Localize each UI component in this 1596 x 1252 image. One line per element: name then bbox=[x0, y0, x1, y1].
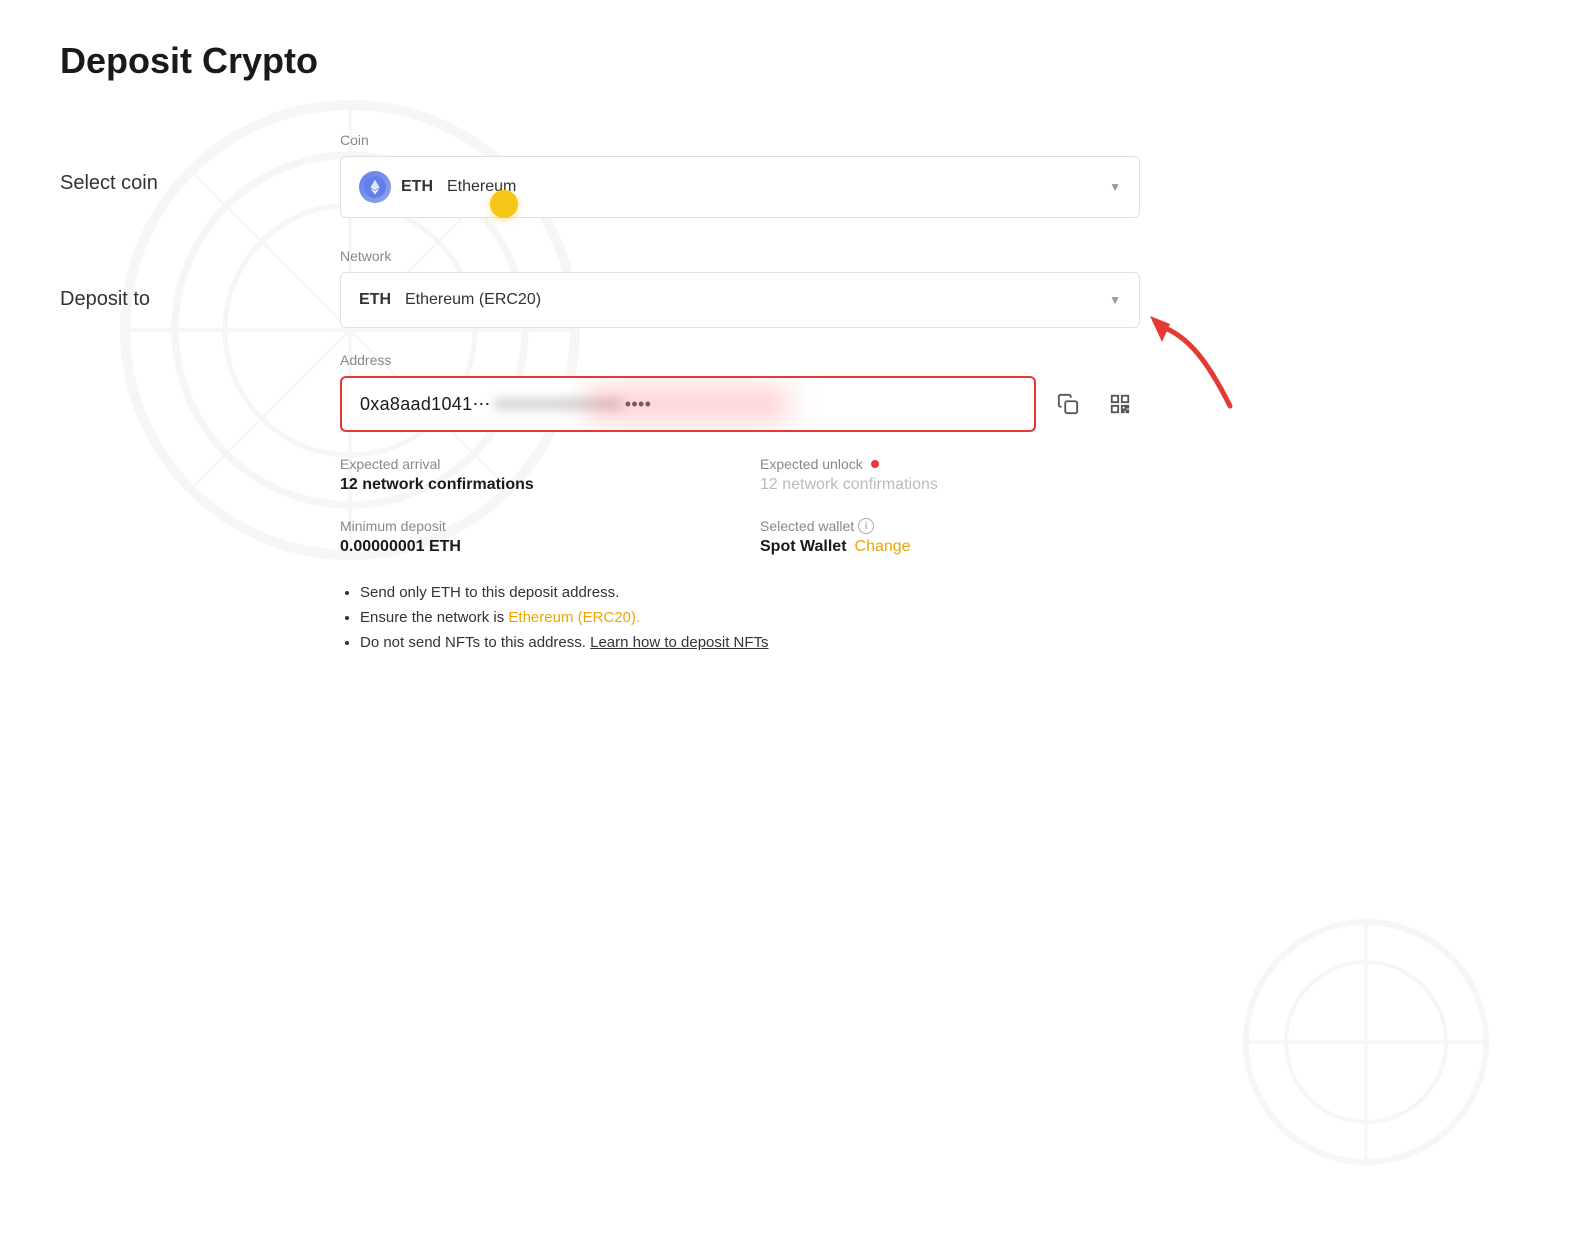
red-arrow bbox=[1130, 306, 1250, 426]
network-ticker: ETH bbox=[359, 291, 391, 309]
min-deposit-item: Minimum deposit 0.00000001 ETH bbox=[340, 518, 720, 556]
coin-chevron-icon: ▼ bbox=[1109, 180, 1121, 194]
page-title: Deposit Crypto bbox=[60, 40, 1536, 82]
coin-field-label: Coin bbox=[340, 132, 1140, 148]
address-box: 0xa8aad1041⋯ •••••••••••••••••••• •••• bbox=[340, 376, 1036, 432]
wallet-row: Spot Wallet Change bbox=[760, 538, 1140, 556]
coin-ticker: ETH bbox=[401, 178, 433, 196]
info-icon[interactable]: i bbox=[858, 518, 874, 534]
selected-wallet-item: Selected wallet i Spot Wallet Change bbox=[760, 518, 1140, 556]
learn-nft-link[interactable]: Learn how to deposit NFTs bbox=[590, 634, 768, 651]
deposit-to-content: Network ETH Ethereum (ERC20) ▼ Address bbox=[340, 248, 1140, 651]
expected-arrival-item: Expected arrival 12 network confirmation… bbox=[340, 456, 720, 494]
selected-wallet-label: Selected wallet i bbox=[760, 518, 1140, 534]
note-1: Send only ETH to this deposit address. bbox=[360, 584, 1140, 601]
coin-name: Ethereum bbox=[447, 178, 516, 196]
info-grid: Expected arrival 12 network confirmation… bbox=[340, 456, 1140, 556]
coin-dropdown-left: ETH Ethereum bbox=[359, 171, 516, 203]
address-field-label: Address bbox=[340, 352, 1140, 368]
select-coin-label: Select coin bbox=[60, 132, 340, 195]
deposit-to-row: Deposit to Network ETH Ethereum (ERC20) … bbox=[60, 248, 1536, 651]
expected-unlock-label: Expected unlock bbox=[760, 456, 1140, 472]
notes-list: Send only ETH to this deposit address. E… bbox=[340, 584, 1140, 651]
qr-code-button[interactable] bbox=[1100, 384, 1140, 424]
min-deposit-value: 0.00000001 ETH bbox=[340, 538, 720, 556]
note-3: Do not send NFTs to this address. Learn … bbox=[360, 634, 1140, 651]
expected-arrival-number: 12 bbox=[340, 476, 358, 493]
watermark-bg-bottom bbox=[1216, 892, 1516, 1192]
min-deposit-label: Minimum deposit bbox=[340, 518, 720, 534]
expected-unlock-value: 12 network confirmations bbox=[760, 476, 1140, 494]
deposit-form: Select coin Coin ETH bbox=[60, 132, 1536, 661]
network-name: Ethereum (ERC20) bbox=[405, 291, 541, 309]
network-chevron-icon: ▼ bbox=[1109, 293, 1121, 307]
network-field-label: Network bbox=[340, 248, 1140, 264]
network-dropdown[interactable]: ETH Ethereum (ERC20) ▼ bbox=[340, 272, 1140, 328]
note-2: Ensure the network is Ethereum (ERC20). bbox=[360, 609, 1140, 626]
note-2-highlight: Ethereum (ERC20). bbox=[508, 609, 640, 626]
address-row: 0xa8aad1041⋯ •••••••••••••••••••• •••• bbox=[340, 376, 1140, 432]
address-blur: •••••••••••••••••••• bbox=[495, 394, 621, 415]
wallet-name: Spot Wallet bbox=[760, 538, 847, 556]
wallet-change-button[interactable]: Change bbox=[855, 538, 911, 556]
select-coin-row: Select coin Coin ETH bbox=[60, 132, 1536, 218]
expected-unlock-item: Expected unlock 12 network confirmations bbox=[760, 456, 1140, 494]
address-section: Address 0xa8aad1041⋯ •••••••••••••••••••… bbox=[340, 352, 1140, 432]
select-coin-content: Coin ETH Ethereum bbox=[340, 132, 1140, 218]
deposit-to-label: Deposit to bbox=[60, 248, 340, 311]
red-dot-indicator bbox=[871, 460, 879, 468]
expected-arrival-label: Expected arrival bbox=[340, 456, 720, 472]
expected-arrival-value: 12 network confirmations bbox=[340, 476, 720, 494]
coin-dropdown[interactable]: ETH Ethereum ▼ bbox=[340, 156, 1140, 218]
eth-coin-icon bbox=[359, 171, 391, 203]
network-dropdown-left: ETH Ethereum (ERC20) bbox=[359, 291, 541, 309]
address-text: 0xa8aad1041⋯ bbox=[360, 394, 491, 415]
address-end: •••• bbox=[625, 394, 651, 415]
copy-button[interactable] bbox=[1048, 384, 1088, 424]
